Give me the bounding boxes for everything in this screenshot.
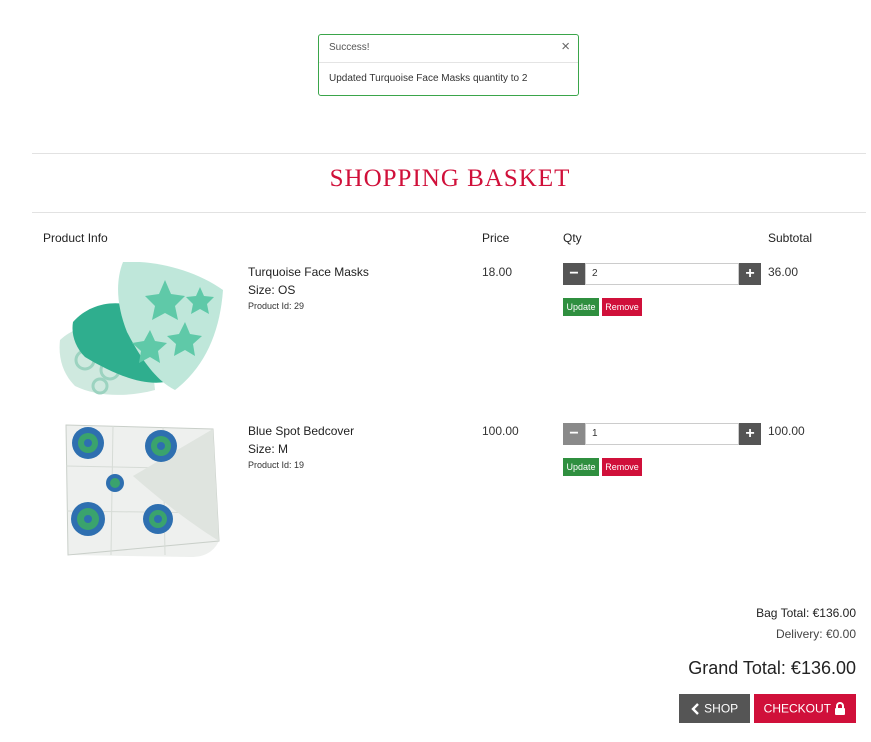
decrement-button[interactable]: −: [563, 263, 585, 285]
product-subtotal: 36.00: [768, 265, 799, 279]
increment-button[interactable]: +: [739, 263, 761, 285]
product-name: Turquoise Face Masks: [248, 265, 369, 279]
quantity-input[interactable]: 2: [585, 263, 739, 285]
header-qty: Qty: [563, 231, 582, 245]
product-subtotal: 100.00: [768, 424, 805, 438]
header-product-info: Product Info: [43, 231, 108, 245]
page-title: SHOPPING BASKET: [329, 165, 571, 192]
shop-button-label: SHOP: [704, 701, 739, 716]
product-id: Product Id: 19: [248, 460, 305, 470]
header-subtotal: Subtotal: [768, 231, 813, 245]
product-image-bedcover[interactable]: [63, 421, 221, 558]
toast-message: Updated Turquoise Face Masks quantity to…: [329, 73, 528, 84]
product-id: Product Id: 29: [248, 301, 305, 311]
lock-icon: [835, 702, 846, 716]
shop-button[interactable]: SHOP: [679, 694, 750, 723]
divider-top: [32, 153, 866, 154]
divider-bottom: [32, 212, 866, 213]
grand-total: Grand Total: €136.00: [688, 658, 856, 678]
header-price: Price: [482, 231, 510, 245]
remove-button[interactable]: Remove: [602, 458, 642, 476]
product-name: Blue Spot Bedcover: [248, 424, 355, 438]
toast-title: Success!: [329, 42, 370, 53]
product-image-face-masks[interactable]: [55, 262, 227, 396]
decrement-button[interactable]: −: [563, 423, 585, 445]
bag-total: Bag Total: €136.00: [756, 606, 856, 620]
checkout-button[interactable]: CHECKOUT: [754, 694, 856, 723]
checkout-button-label: CHECKOUT: [763, 701, 831, 716]
quantity-stepper: − 1 +: [563, 423, 761, 445]
delivery-cost: Delivery: €0.00: [775, 627, 856, 641]
product-size: Size: OS: [248, 283, 296, 297]
quantity-stepper: − 2 +: [563, 263, 761, 285]
update-button[interactable]: Update: [563, 458, 599, 476]
remove-button[interactable]: Remove: [602, 298, 642, 316]
toast-header: Success! ×: [319, 35, 578, 63]
chevron-left-icon: [691, 702, 699, 715]
product-price: 18.00: [482, 265, 513, 279]
quantity-input[interactable]: 1: [585, 423, 739, 445]
increment-button[interactable]: +: [739, 423, 761, 445]
update-button[interactable]: Update: [563, 298, 599, 316]
product-price: 100.00: [482, 424, 519, 438]
success-toast: Success! × Updated Turquoise Face Masks …: [318, 34, 579, 96]
product-size: Size: M: [248, 442, 289, 456]
close-icon[interactable]: ×: [561, 39, 570, 55]
